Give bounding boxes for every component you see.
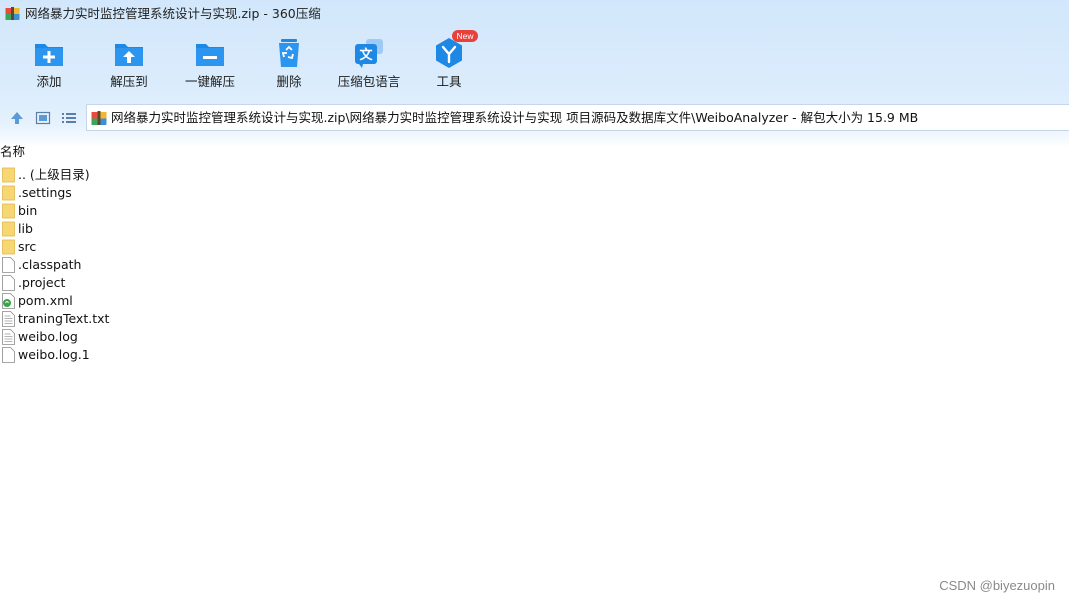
- list-item[interactable]: src: [0, 238, 200, 256]
- add-button[interactable]: 添加: [26, 36, 72, 94]
- archive-language-label: 压缩包语言: [337, 74, 401, 89]
- delete-recycle-icon: [279, 39, 299, 67]
- text-file-icon: [2, 329, 15, 345]
- file-icon: [2, 257, 15, 273]
- address-bar[interactable]: 网络暴力实时监控管理系统设计与实现.zip\网络暴力实时监控管理系统设计与实现 …: [86, 104, 1069, 131]
- archive-window: 网络暴力实时监控管理系统设计与实现.zip - 360压缩 添加 解压到 一键解…: [0, 0, 1069, 604]
- extract-to-icon: [115, 44, 143, 66]
- add-icon: [35, 44, 63, 66]
- list-item[interactable]: traningText.txt: [0, 310, 200, 328]
- window-title: 网络暴力实时监控管理系统设计与实现.zip - 360压缩: [25, 6, 321, 21]
- one-click-extract-icon: [196, 44, 224, 66]
- file-name: weibo.log.1: [18, 347, 90, 362]
- up-arrow-icon[interactable]: [9, 110, 25, 126]
- title-bar: 网络暴力实时监控管理系统设计与实现.zip - 360压缩: [0, 0, 1069, 28]
- folder-icon: [2, 239, 15, 255]
- add-label: 添加: [36, 74, 62, 89]
- file-name: .. (上级目录): [18, 167, 90, 182]
- watermark: CSDN @biyezuopin: [939, 578, 1055, 593]
- name-column-header[interactable]: 名称: [0, 144, 25, 160]
- extract-to-label: 解压到: [110, 74, 148, 89]
- svg-text:文: 文: [359, 47, 373, 63]
- file-name: bin: [18, 203, 38, 218]
- file-icon: [2, 275, 15, 291]
- tools-label: 工具: [436, 74, 462, 89]
- archive-language-icon: 文: [355, 39, 383, 68]
- toolbar: 添加 解压到 一键解压 删除 文 压缩包语言 工具: [0, 28, 1069, 98]
- extract-to-button[interactable]: 解压到: [104, 36, 154, 94]
- list-item[interactable]: weibo.log.1: [0, 346, 200, 364]
- folder-icon: [2, 185, 15, 201]
- list-item[interactable]: pom.xml: [0, 292, 200, 310]
- list-item[interactable]: lib: [0, 220, 200, 238]
- list-item[interactable]: weibo.log: [0, 328, 200, 346]
- one-click-extract-button[interactable]: 一键解压: [182, 36, 238, 94]
- delete-label: 删除: [276, 74, 302, 89]
- list-item[interactable]: .classpath: [0, 256, 200, 274]
- archive-app-icon: [5, 7, 20, 20]
- one-click-extract-label: 一键解压: [184, 74, 235, 89]
- folder-icon: [2, 167, 15, 183]
- list-view-icon[interactable]: [61, 110, 77, 126]
- file-name: weibo.log: [18, 329, 78, 344]
- text-file-icon: [2, 311, 15, 327]
- delete-button[interactable]: 删除: [270, 36, 308, 94]
- xml-file-icon: [2, 293, 15, 309]
- file-name: lib: [18, 221, 33, 236]
- address-path: 网络暴力实时监控管理系统设计与实现.zip\网络暴力实时监控管理系统设计与实现 …: [111, 110, 919, 125]
- list-item[interactable]: .. (上级目录): [0, 166, 200, 184]
- folder-icon: [2, 203, 15, 219]
- file-icon: [2, 347, 15, 363]
- file-name: src: [18, 239, 37, 254]
- list-item[interactable]: bin: [0, 202, 200, 220]
- list-item[interactable]: .settings: [0, 184, 200, 202]
- archive-file-icon: [91, 111, 107, 125]
- list-item[interactable]: .project: [0, 274, 200, 292]
- folder-icon: [2, 221, 15, 237]
- file-name: pom.xml: [18, 293, 73, 308]
- new-badge: New: [452, 30, 478, 42]
- tools-button[interactable]: 工具: [430, 36, 468, 94]
- file-name: .classpath: [18, 257, 82, 272]
- thumbnail-view-icon[interactable]: [35, 110, 51, 126]
- file-name: traningText.txt: [18, 311, 110, 326]
- archive-language-button[interactable]: 文 压缩包语言: [336, 36, 402, 94]
- file-name: .settings: [18, 185, 72, 200]
- file-name: .project: [18, 275, 66, 290]
- file-list: 名称 .. (上级目录) .settings bin lib src .clas…: [0, 144, 1069, 604]
